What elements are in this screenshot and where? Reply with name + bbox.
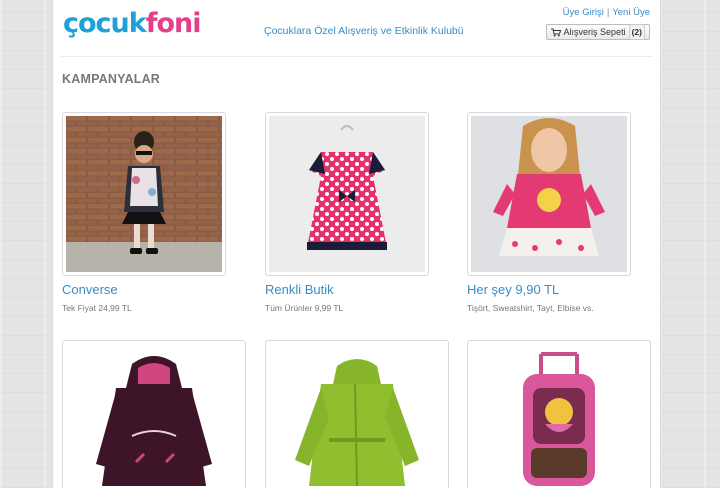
campaign-card-converse[interactable]: Converse Tek Fiyat 24,99 TL xyxy=(62,112,246,313)
cart-icon xyxy=(550,28,561,36)
campaign-image-her-sey[interactable] xyxy=(467,112,631,276)
campaign-image-converse[interactable] xyxy=(62,112,226,276)
section-title: KAMPANYALAR xyxy=(62,72,161,86)
cart-count-badge: (2) xyxy=(628,24,645,40)
site-logo[interactable]: çocukfoni xyxy=(63,8,202,40)
campaign-card-her-sey[interactable]: Her şey 9,90 TL Tişört, Sweatshirt, Tayt… xyxy=(467,112,651,313)
register-link[interactable]: Yeni Üye xyxy=(612,7,650,18)
campaign-subtitle: Tüm Ürünler 9,99 TL xyxy=(265,303,344,313)
cart-button[interactable]: Alışveriş Sepeti (2) xyxy=(545,24,650,40)
site-header: çocukfoni Çocuklara Özel Alışveriş ve Et… xyxy=(61,0,652,57)
campaign-title[interactable]: Converse xyxy=(62,282,246,297)
link-separator: | xyxy=(606,7,610,18)
logo-part-foni: foni xyxy=(145,8,202,39)
campaign-title[interactable]: Her şey 9,90 TL xyxy=(467,282,651,297)
campaign-card-hoodie[interactable] xyxy=(62,340,246,488)
cart-count: 2 xyxy=(634,27,640,37)
campaign-card-backpack[interactable] xyxy=(467,340,651,488)
site-tagline: Çocuklara Özel Alışveriş ve Etkinlik Kul… xyxy=(264,25,464,37)
campaign-image-bathrobe[interactable] xyxy=(265,340,449,488)
campaign-image-renkli-butik[interactable] xyxy=(265,112,429,276)
campaign-image-backpack[interactable] xyxy=(467,340,651,488)
cart-label: Alışveriş Sepeti xyxy=(563,27,626,37)
campaign-image-hoodie[interactable] xyxy=(62,340,246,488)
user-links: Üye Girişi | Yeni Üye xyxy=(563,7,650,18)
page-container: çocukfoni Çocuklara Özel Alışveriş ve Et… xyxy=(52,0,661,488)
campaign-subtitle: Tek Fiyat 24,99 TL xyxy=(62,303,132,313)
campaign-card-bathrobe[interactable] xyxy=(265,340,449,488)
campaign-subtitle: Tişört, Sweatshirt, Tayt, Elbise vs. xyxy=(467,303,594,313)
campaign-card-renkli-butik[interactable]: Renkli Butik Tüm Ürünler 9,99 TL xyxy=(265,112,449,313)
login-link[interactable]: Üye Girişi xyxy=(563,7,604,18)
logo-part-cocuk: çocuk xyxy=(63,8,147,39)
campaign-title[interactable]: Renkli Butik xyxy=(265,282,449,297)
